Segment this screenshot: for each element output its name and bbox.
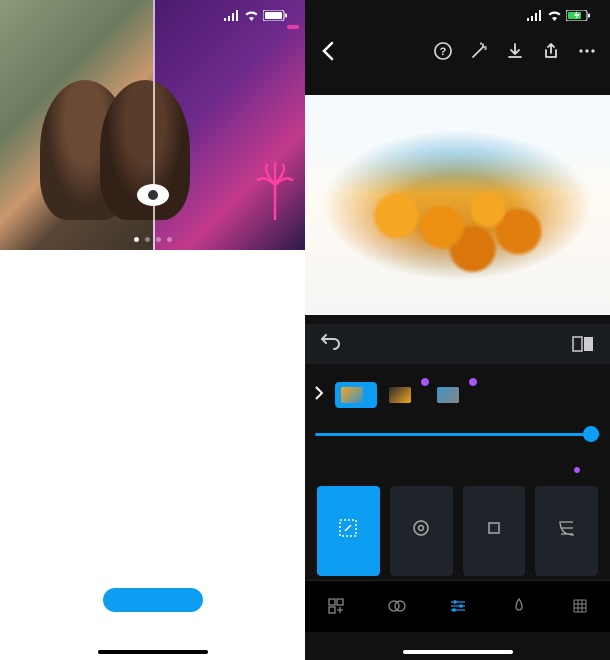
help-icon[interactable]: ? <box>434 42 452 60</box>
chevron-right-icon[interactable] <box>309 386 329 405</box>
chip-thumb-icon <box>389 387 411 403</box>
tool-center[interactable] <box>390 486 453 576</box>
reshape-icon <box>571 597 589 615</box>
svg-text:?: ? <box>440 46 447 58</box>
magic-wand-icon[interactable] <box>470 42 488 60</box>
palm-icon <box>255 160 295 220</box>
nav-adjustments[interactable] <box>449 597 467 617</box>
battery-icon <box>263 10 287 21</box>
dot[interactable] <box>167 237 172 242</box>
chip-sfondo[interactable] <box>431 382 473 408</box>
chip-thumb-icon <box>437 387 459 403</box>
battery-charging-icon <box>566 10 592 21</box>
tool-feather[interactable] <box>463 486 526 576</box>
premium-dot-icon <box>469 378 477 386</box>
wifi-icon <box>547 10 562 21</box>
feather-icon <box>483 517 505 539</box>
quantity-icon <box>337 517 359 539</box>
premium-dot-icon <box>421 378 429 386</box>
tool-roundness[interactable] <box>535 486 598 576</box>
more-icon[interactable] <box>578 42 596 60</box>
themes-icon <box>327 597 345 615</box>
chip-completo[interactable] <box>335 382 377 408</box>
editor-screen: ? <box>305 0 610 660</box>
dot[interactable] <box>145 237 150 242</box>
status-bar <box>305 0 610 30</box>
premium-dot-icon <box>574 467 580 473</box>
slider-thumb[interactable] <box>583 426 599 442</box>
selection-row <box>305 374 610 416</box>
status-icons <box>527 10 592 21</box>
bottom-nav <box>305 580 610 632</box>
image-canvas[interactable] <box>305 95 610 315</box>
uniform-icon <box>510 597 528 615</box>
nav-reshape[interactable] <box>571 597 589 617</box>
center-icon <box>410 517 432 539</box>
home-indicator[interactable] <box>403 650 513 654</box>
chip-thumb-icon <box>341 387 363 403</box>
nav-looks[interactable] <box>388 597 406 617</box>
adjust-icon <box>449 597 467 615</box>
wifi-icon <box>244 10 259 21</box>
roundness-icon <box>556 517 578 539</box>
effect-tabs <box>305 452 610 482</box>
next-button[interactable] <box>103 588 203 612</box>
signal-icon <box>224 10 240 21</box>
compare-divider[interactable] <box>153 0 155 250</box>
compare-eye-handle[interactable] <box>137 184 169 206</box>
nav-themes[interactable] <box>327 597 345 617</box>
share-icon[interactable] <box>542 42 560 60</box>
download-icon[interactable] <box>506 42 524 60</box>
tool-quantity[interactable] <box>317 486 380 576</box>
slider-track[interactable] <box>315 433 600 436</box>
nav-uniform[interactable] <box>510 597 528 617</box>
amount-slider[interactable] <box>315 422 600 446</box>
undo-button[interactable] <box>321 334 341 355</box>
hero-image <box>0 0 305 250</box>
tool-grid <box>305 486 610 576</box>
back-button[interactable] <box>319 42 337 60</box>
signal-icon <box>527 10 543 21</box>
looks-icon <box>388 597 406 615</box>
onboarding-screen <box>0 0 305 660</box>
compare-button[interactable] <box>572 335 594 353</box>
editor-toolbar: ? <box>305 30 610 72</box>
home-indicator[interactable] <box>98 650 208 654</box>
page-dots <box>134 237 172 242</box>
action-bar <box>305 324 610 364</box>
dot[interactable] <box>156 237 161 242</box>
chip-soggetto[interactable] <box>383 382 425 408</box>
status-icons <box>224 10 287 21</box>
dot[interactable] <box>134 237 139 242</box>
status-bar <box>0 0 305 30</box>
